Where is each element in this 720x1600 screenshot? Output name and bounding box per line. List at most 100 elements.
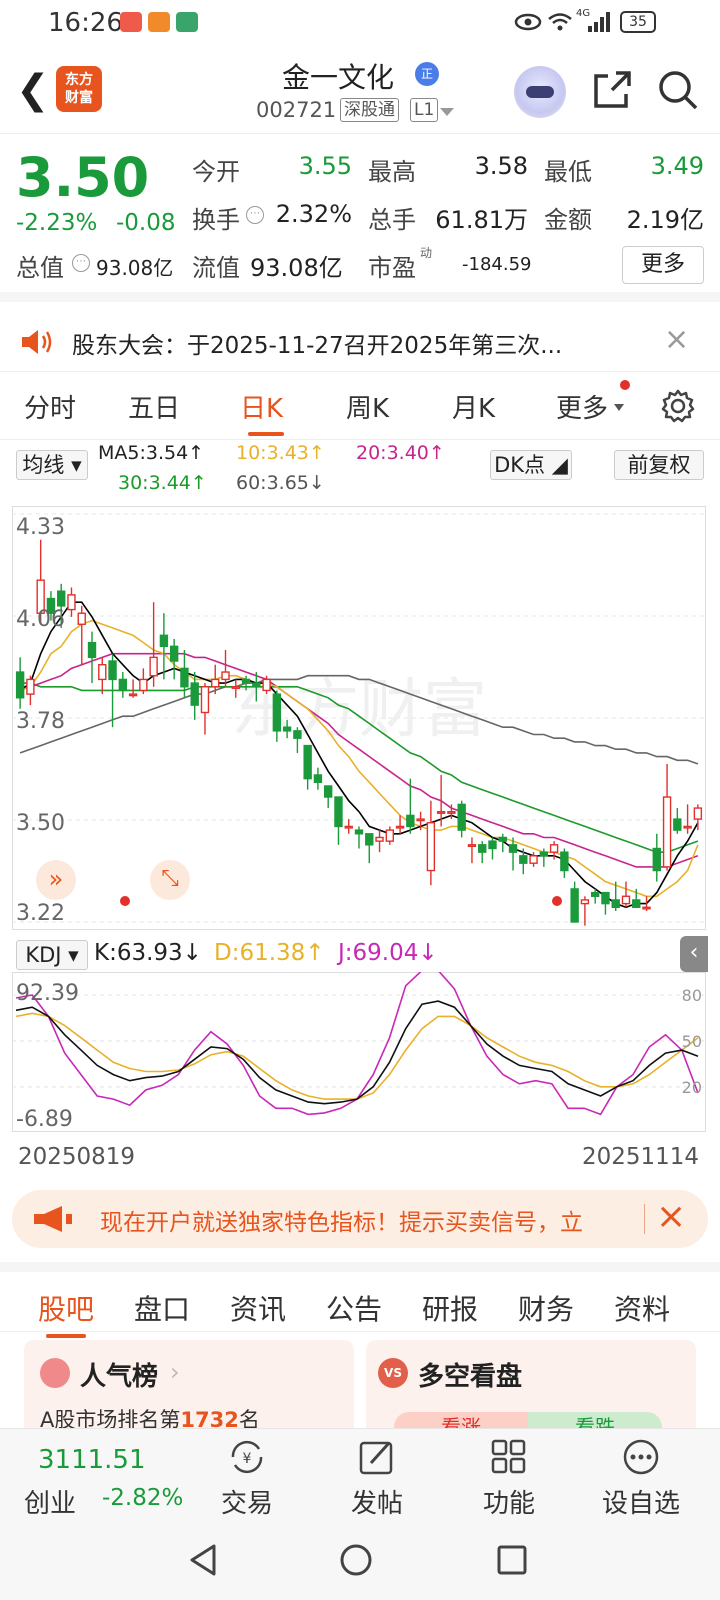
x-end-date: 20251114 — [582, 1144, 700, 1170]
float-value-label: 流值 — [192, 254, 240, 282]
nav-functions-label: 功能 — [482, 1489, 535, 1519]
candle — [601, 891, 610, 915]
tab-daily-k[interactable]: 日K — [240, 388, 283, 425]
candle — [344, 819, 353, 834]
expand-left-button[interactable]: » — [36, 860, 76, 900]
candlestick-chart[interactable]: 东方财富 4.334.063.783.503.22 — [12, 506, 706, 930]
candle — [580, 896, 590, 926]
indicator-selector[interactable]: KDJ ▾ — [16, 940, 88, 970]
collapse-side-button[interactable]: ‹ — [680, 936, 708, 972]
candle — [303, 744, 312, 790]
candle-body — [231, 686, 240, 689]
home-circle-icon[interactable] — [338, 1542, 374, 1578]
candle — [26, 675, 35, 706]
candle-body — [652, 847, 661, 872]
tab-five-day[interactable]: 五日 — [128, 388, 180, 425]
chevron-down-icon[interactable] — [440, 108, 454, 116]
tab-announcements[interactable]: 公告 — [326, 1288, 382, 1328]
dk-point-selector[interactable]: DK点 ◢ — [490, 450, 572, 480]
volume-label: 总手 — [368, 206, 416, 234]
wifi-icon — [548, 13, 572, 31]
info-icon[interactable]: ⋯ — [72, 254, 90, 272]
app-logo[interactable]: 东方财富 — [56, 66, 102, 112]
candle-body — [673, 818, 682, 831]
pe-superscript: 动 — [420, 246, 433, 260]
kdj-ref-label: 50 — [682, 1032, 702, 1051]
assistant-robot-icon[interactable] — [514, 66, 566, 118]
candle-body — [457, 803, 466, 831]
x-start-date: 20250819 — [18, 1144, 136, 1170]
candle-body — [375, 836, 384, 842]
search-icon[interactable] — [656, 68, 700, 112]
edit-icon — [359, 1441, 393, 1475]
candle — [395, 815, 405, 834]
nav-trade-label: 交易 — [220, 1489, 273, 1519]
candle — [128, 679, 138, 698]
tab-monthly-k[interactable]: 月K — [452, 388, 495, 425]
tab-research[interactable]: 研报 — [422, 1288, 478, 1328]
index-change: -2.82% — [102, 1485, 184, 1511]
candle-body — [149, 656, 158, 677]
trade-icon: ¥ — [231, 1440, 263, 1474]
nav-post[interactable]: 发帖 — [332, 1437, 422, 1519]
recents-square-icon[interactable] — [496, 1544, 528, 1576]
status-bar: 16:26 4G 35 — [0, 0, 720, 46]
tab-more[interactable]: 更多 — [556, 388, 608, 425]
candle-body — [498, 836, 507, 842]
candle-body — [252, 682, 261, 688]
candle — [313, 767, 323, 790]
kdj-k-value: K:63.93↓ — [94, 940, 202, 966]
nav-functions[interactable]: 功能 — [464, 1437, 554, 1519]
tab-financials[interactable]: 财务 — [518, 1288, 574, 1328]
nav-watchlist[interactable]: 设自选 — [596, 1437, 686, 1519]
candle-body — [436, 811, 446, 814]
close-icon[interactable]: × — [656, 1196, 686, 1237]
open-label: 今开 — [192, 158, 240, 186]
share-icon[interactable] — [590, 68, 634, 112]
ma-selector[interactable]: 均线 ▾ — [16, 450, 88, 480]
candle-body — [118, 678, 128, 692]
megaphone-icon — [34, 1206, 72, 1232]
candle-body — [15, 671, 25, 699]
candle — [334, 796, 343, 845]
back-button[interactable]: ❮ — [16, 70, 50, 110]
info-icon[interactable]: ⋯ — [246, 206, 264, 224]
bull-bear-card[interactable]: VS 多空看盘 看涨 看跌 — [366, 1340, 696, 1442]
tab-news[interactable]: 资讯 — [230, 1288, 286, 1328]
gear-icon[interactable] — [660, 388, 696, 424]
candle — [365, 833, 374, 864]
candle-body — [611, 899, 620, 908]
tab-intraday[interactable]: 分时 — [24, 388, 76, 425]
candle — [375, 830, 384, 853]
notice-bar[interactable]: 股东大会：于2025-11-27召开2025年第三次... × — [0, 312, 720, 372]
index-ticker[interactable]: 3111.51 创业 -2.82% — [16, 1429, 196, 1525]
candle-body — [159, 634, 169, 648]
nav-trade[interactable]: ¥ 交易 — [202, 1437, 292, 1519]
back-triangle-icon[interactable] — [186, 1542, 220, 1578]
candle — [354, 826, 364, 849]
change-percent: -2.23% — [16, 210, 98, 236]
candle — [98, 657, 107, 695]
chevron-right-icon: › — [170, 1358, 180, 1386]
signal-icon — [588, 12, 610, 32]
close-icon[interactable]: × — [664, 322, 689, 357]
fullscreen-button[interactable]: ⤡ — [150, 860, 190, 900]
tab-weekly-k[interactable]: 周K — [346, 388, 389, 425]
kdj-ref-label: 20 — [682, 1078, 702, 1097]
y-tick-label: 3.50 — [16, 811, 65, 836]
more-button[interactable]: 更多 — [622, 246, 704, 284]
promo-banner[interactable]: 现在开户就送独家特色指标！提示买卖信号，立 × — [12, 1190, 708, 1248]
pe-value: -184.59 — [462, 254, 532, 275]
turnover-label: 换手 — [192, 206, 240, 234]
kdj-chart[interactable]: 92.39 -6.89 80 50 20 — [12, 972, 706, 1132]
candle-body — [447, 811, 456, 814]
candle-body — [560, 851, 569, 872]
tab-profile[interactable]: 资料 — [614, 1288, 670, 1328]
candle — [426, 800, 436, 886]
vs-icon: VS — [378, 1358, 408, 1388]
tab-forum[interactable]: 股吧 — [38, 1288, 94, 1328]
index-name: 创业 — [24, 1489, 77, 1519]
tab-orderbook[interactable]: 盘口 — [134, 1288, 190, 1328]
adjust-selector[interactable]: 前复权 — [614, 450, 704, 480]
popularity-card[interactable]: 人气榜 › A股市场排名第1732名 — [24, 1340, 354, 1436]
